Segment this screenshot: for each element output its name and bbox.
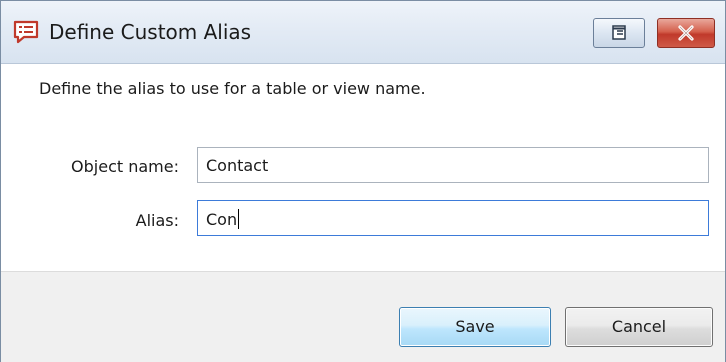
save-button[interactable]: Save <box>399 307 551 347</box>
speech-bubble-icon <box>13 20 39 44</box>
cancel-button[interactable]: Cancel <box>565 307 713 347</box>
object-name-field[interactable]: Contact <box>197 147 709 183</box>
alias-value: Con <box>206 210 238 229</box>
restore-icon <box>612 25 626 40</box>
window-title: Define Custom Alias <box>49 20 252 44</box>
close-icon <box>678 25 694 41</box>
object-name-label: Object name: <box>71 157 179 176</box>
restore-button[interactable] <box>593 18 645 48</box>
object-name-value: Contact <box>206 156 269 175</box>
alias-field[interactable]: Con <box>197 200 709 236</box>
title-bar[interactable]: Define Custom Alias <box>1 1 725 64</box>
description-text: Define the alias to use for a table or v… <box>39 79 426 98</box>
text-caret <box>238 209 240 229</box>
dialog-window: Define Custom Alias Define the alias to … <box>0 0 726 362</box>
alias-label: Alias: <box>135 211 179 230</box>
close-button[interactable] <box>657 18 715 48</box>
